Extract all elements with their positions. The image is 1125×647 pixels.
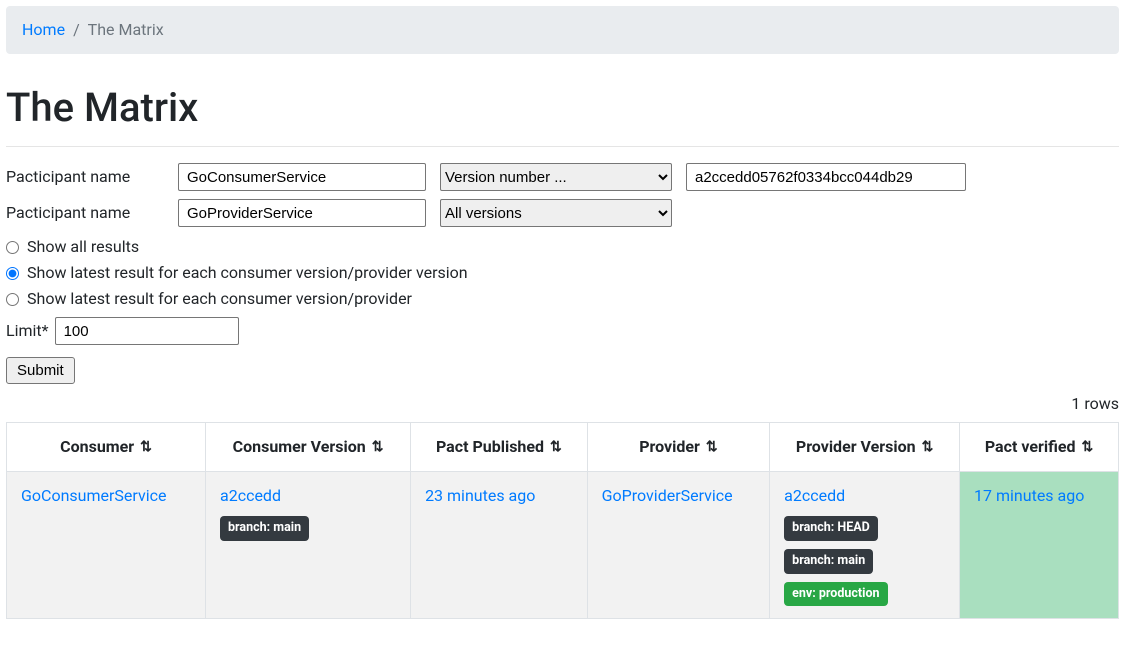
- th-provider-label: Provider: [639, 435, 700, 459]
- cell-pact-verified: 17 minutes ago: [960, 472, 1119, 619]
- cell-consumer-version: a2ccedd branch: main: [206, 472, 411, 619]
- branch-badge: branch: HEAD: [784, 516, 878, 541]
- th-pact-verified-label: Pact verified: [985, 435, 1076, 459]
- table-row: GoConsumerService a2ccedd branch: main 2…: [7, 472, 1119, 619]
- table-header-row: Consumer ⇅ Consumer Version ⇅ Pact Publi…: [7, 423, 1119, 472]
- title-rule: [6, 146, 1119, 147]
- breadcrumb: Home / The Matrix: [6, 6, 1119, 54]
- th-provider-version[interactable]: Provider Version ⇅: [770, 423, 960, 472]
- th-provider-version-label: Provider Version: [796, 435, 916, 459]
- th-consumer-version[interactable]: Consumer Version ⇅: [206, 423, 411, 472]
- branch-badge: branch: main: [784, 549, 873, 574]
- consumer-link[interactable]: GoConsumerService: [21, 486, 166, 505]
- branch-badge: branch: main: [220, 516, 309, 541]
- th-pact-verified[interactable]: Pact verified ⇅: [960, 423, 1119, 472]
- sort-icon: ⇅: [372, 440, 384, 454]
- pacticipant-name-label: Pacticipant name: [6, 201, 164, 225]
- pacticipant-row-1: Pacticipant name All versions: [6, 199, 1119, 227]
- sort-icon: ⇅: [550, 440, 562, 454]
- sort-icon: ⇅: [922, 440, 934, 454]
- query-form: Pacticipant name Version number ... Pact…: [6, 163, 1119, 384]
- sort-icon: ⇅: [706, 440, 718, 454]
- pacticipant-row-0: Pacticipant name Version number ...: [6, 163, 1119, 191]
- limit-row: Limit*: [6, 317, 1119, 345]
- limit-input[interactable]: [55, 317, 239, 345]
- breadcrumb-home-link[interactable]: Home: [22, 18, 65, 42]
- submit-button[interactable]: Submit: [6, 357, 75, 384]
- cell-pact-published: 23 minutes ago: [411, 472, 588, 619]
- pacticipant-name-label: Pacticipant name: [6, 165, 164, 189]
- version-value-input-0[interactable]: [686, 163, 966, 191]
- th-pact-published-label: Pact Published: [436, 435, 544, 459]
- matrix-table: Consumer ⇅ Consumer Version ⇅ Pact Publi…: [6, 422, 1119, 619]
- provider-version-link[interactable]: a2ccedd: [784, 484, 845, 508]
- breadcrumb-separator: /: [73, 18, 80, 42]
- cell-provider-version: a2ccedd branch: HEAD branch: main env: p…: [770, 472, 960, 619]
- radio-latest-cv-p[interactable]: [6, 293, 19, 306]
- cell-provider: GoProviderService: [587, 472, 770, 619]
- th-consumer-label: Consumer: [60, 435, 134, 459]
- radio-latest-cv-pv[interactable]: [6, 267, 19, 280]
- version-selector-1[interactable]: All versions: [440, 199, 672, 227]
- provider-link[interactable]: GoProviderService: [602, 486, 733, 505]
- row-count-label: 1 rows: [6, 392, 1119, 416]
- cell-consumer: GoConsumerService: [7, 472, 206, 619]
- limit-label: Limit*: [6, 319, 49, 343]
- consumer-version-link[interactable]: a2ccedd: [220, 484, 281, 508]
- th-provider[interactable]: Provider ⇅: [587, 423, 770, 472]
- breadcrumb-current: The Matrix: [88, 18, 164, 42]
- pacticipant-name-input-0[interactable]: [178, 163, 426, 191]
- th-consumer-version-label: Consumer Version: [233, 435, 366, 459]
- pact-verified-link[interactable]: 17 minutes ago: [974, 486, 1084, 505]
- radio-latest-cv-pv-label: Show latest result for each consumer ver…: [27, 261, 468, 285]
- page-title: The Matrix: [6, 78, 1119, 138]
- pact-published-link[interactable]: 23 minutes ago: [425, 486, 535, 505]
- radio-show-all[interactable]: [6, 241, 19, 254]
- th-pact-published[interactable]: Pact Published ⇅: [411, 423, 588, 472]
- result-filter-radios: Show all results Show latest result for …: [6, 235, 1119, 311]
- radio-latest-cv-p-label: Show latest result for each consumer ver…: [27, 287, 412, 311]
- sort-icon: ⇅: [1081, 440, 1093, 454]
- radio-show-all-label: Show all results: [27, 235, 139, 259]
- env-badge: env: production: [784, 582, 887, 607]
- sort-icon: ⇅: [140, 440, 152, 454]
- version-selector-0[interactable]: Version number ...: [440, 163, 672, 191]
- th-consumer[interactable]: Consumer ⇅: [7, 423, 206, 472]
- pacticipant-name-input-1[interactable]: [178, 199, 426, 227]
